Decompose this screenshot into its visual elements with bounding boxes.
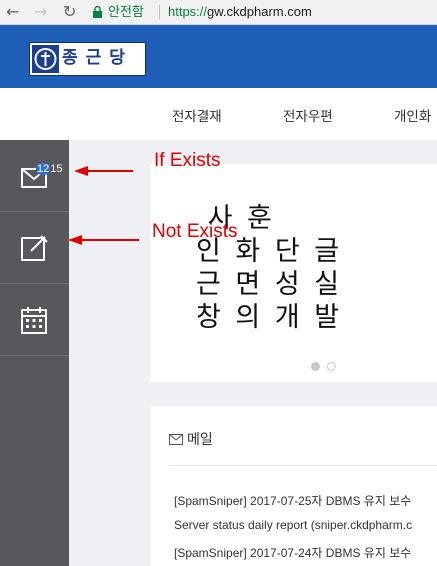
annotation-if-exists: If Exists: [154, 150, 221, 171]
arrowhead-not-exists: [68, 235, 82, 245]
annotation-not-exists: Not Exists: [152, 221, 238, 242]
arrowhead-if-exists: [74, 166, 88, 176]
annotation-arrows: [68, 166, 139, 245]
